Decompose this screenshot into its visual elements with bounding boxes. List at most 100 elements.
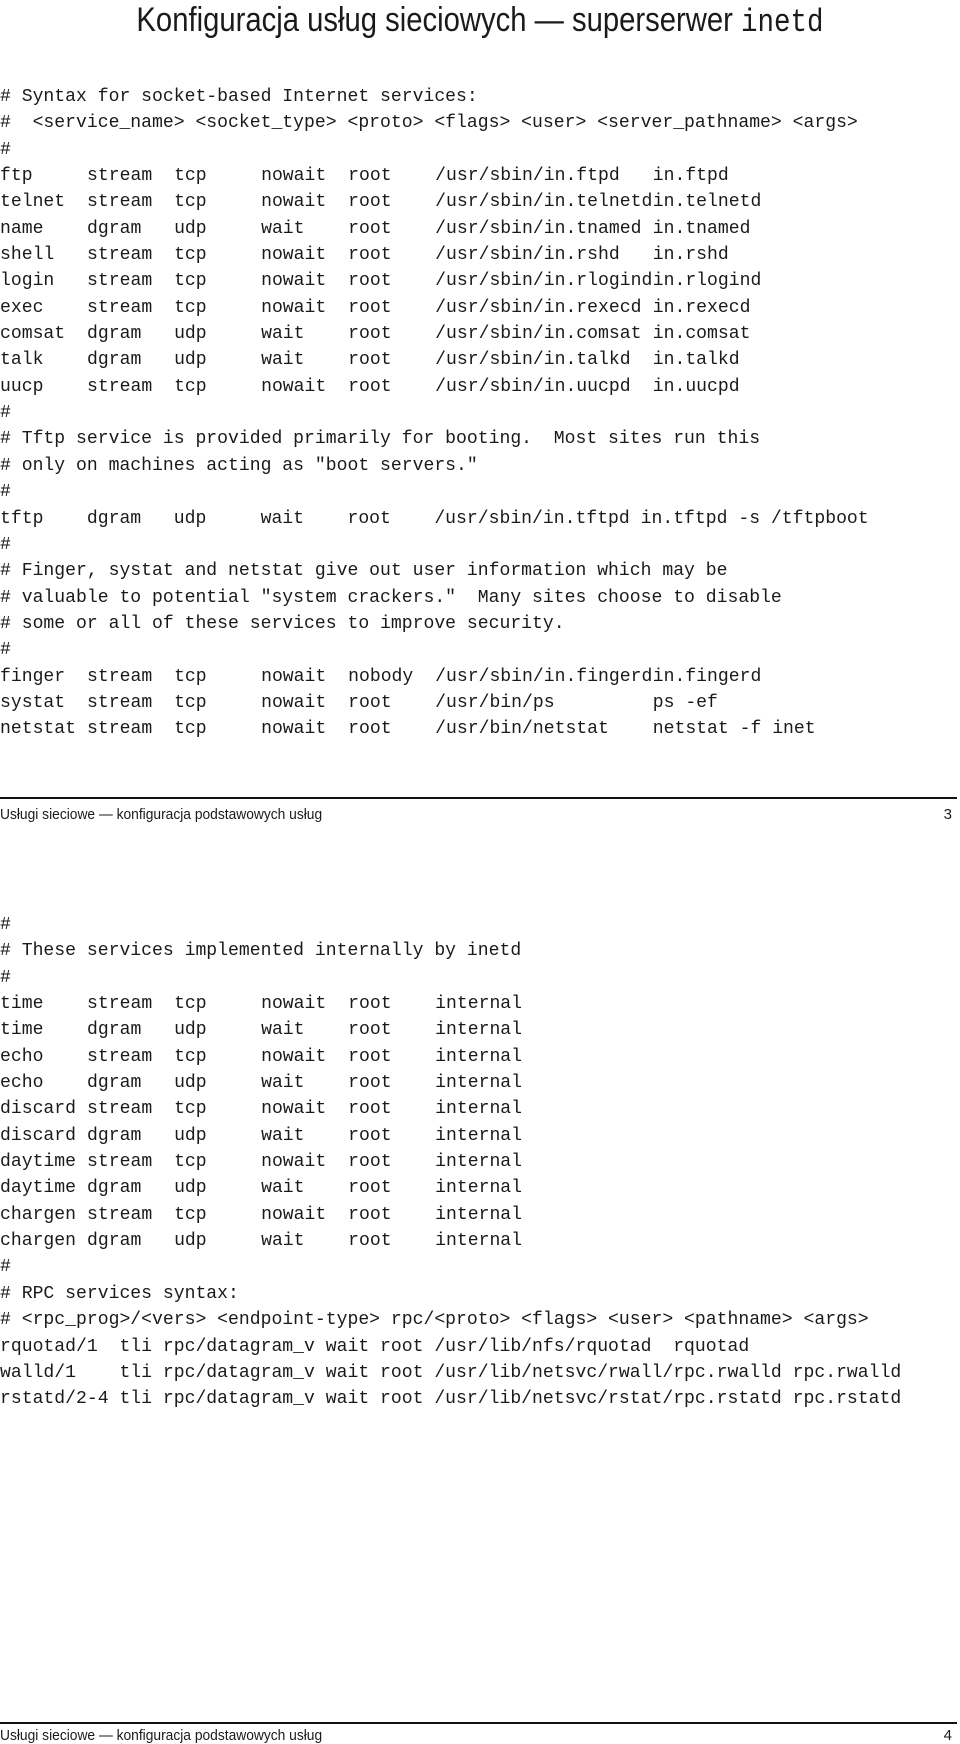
page-number: 4 xyxy=(943,1727,952,1744)
service-field: dgram xyxy=(87,1178,142,1199)
service-field: root xyxy=(348,1125,392,1146)
service-field: in.rlogind xyxy=(652,271,762,292)
service-field: root xyxy=(348,692,392,713)
service-field: daytime xyxy=(0,1152,77,1173)
service-field: root xyxy=(348,245,392,266)
service-field: root xyxy=(348,192,392,213)
footer-title: Usługi sieciowe — konfiguracja podstawow… xyxy=(0,1727,323,1744)
service-field: root xyxy=(348,994,392,1015)
service-field: ps -ef xyxy=(652,692,718,713)
title-text: Konfiguracja usług sieciowych — superser… xyxy=(136,1,741,39)
service-field: /usr/sbin/in.telnetd xyxy=(435,192,653,213)
service-field: udp xyxy=(174,324,207,345)
service-field: root xyxy=(348,218,392,239)
service-field: root xyxy=(348,166,392,187)
service-field: nowait xyxy=(261,719,327,740)
service-field: internal xyxy=(435,1204,523,1225)
service-field: tcp xyxy=(174,1152,207,1173)
service-field: root xyxy=(348,1231,392,1252)
service-field: root xyxy=(348,1073,392,1094)
service-entry: finger stream tcp nowait nobody/usr/sbin/in.… xyxy=(0,664,869,690)
service-field: stream xyxy=(87,271,153,292)
service-field: name xyxy=(0,218,44,239)
service-field: udp xyxy=(174,1125,207,1146)
service-field: wait xyxy=(261,350,305,371)
service-field: dgram xyxy=(87,1073,142,1094)
service-field: tcp xyxy=(174,666,207,687)
service-field: /usr/sbin/in.rlogind xyxy=(435,271,653,292)
service-field: internal xyxy=(435,1046,523,1067)
service-field: stream xyxy=(87,1046,153,1067)
service-field: nowait xyxy=(261,271,327,292)
service-entry: netstat stream tcp nowait root/usr/bin/netst… xyxy=(0,716,869,742)
service-field: wait xyxy=(261,1231,305,1252)
service-field: uucp xyxy=(0,376,44,397)
service-field: internal xyxy=(435,1178,523,1199)
service-field: time xyxy=(0,1020,44,1041)
service-field: tcp xyxy=(174,1204,207,1225)
service-field: root xyxy=(348,324,392,345)
service-field: /usr/bin/netstat xyxy=(435,719,609,740)
service-field: time xyxy=(0,994,44,1015)
comment-line: # RPC services syntax: xyxy=(0,1283,239,1304)
service-field: in.ftpd xyxy=(652,166,729,187)
footer-divider xyxy=(0,797,957,799)
service-entry: ftp stream tcp nowait root/usr/sbin/in.ftpd i… xyxy=(0,163,869,189)
service-field: root xyxy=(348,350,392,371)
service-field: root xyxy=(348,719,392,740)
service-field: /usr/sbin/in.ftpd xyxy=(435,166,620,187)
service-entry: daytime stream tcp nowait root internal xyxy=(0,1149,901,1175)
service-field: comsat xyxy=(0,324,66,345)
service-field: root xyxy=(348,1152,392,1173)
service-field: /usr/sbin/in.rshd xyxy=(435,245,620,266)
service-field: root xyxy=(348,271,392,292)
service-field: wait xyxy=(261,1073,305,1094)
service-entry: talk dgram udp wait root/usr/sbin/in.talkd in… xyxy=(0,347,869,373)
service-field: nowait xyxy=(261,166,327,187)
comment-line: # xyxy=(0,915,11,935)
service-field: stream xyxy=(87,1152,153,1173)
service-field: dgram xyxy=(87,1020,142,1041)
service-field: nowait xyxy=(261,994,327,1015)
service-field: in.uucpd xyxy=(652,376,740,397)
service-field: dgram xyxy=(87,324,142,345)
service-field: in.tnamed xyxy=(652,218,751,239)
service-field: nowait xyxy=(261,297,327,318)
service-field: wait xyxy=(261,324,305,345)
service-entry: echo dgram udp wait root internal xyxy=(0,1070,901,1096)
service-field: nowait xyxy=(261,376,327,397)
comment-line: # These services implemented internally … xyxy=(0,941,522,962)
service-field: echo xyxy=(0,1073,44,1094)
service-field: in.comsat xyxy=(652,324,751,345)
service-entry: daytime dgram udp wait root internal xyxy=(0,1175,901,1201)
comment-line: # xyxy=(0,139,11,160)
service-field: chargen xyxy=(0,1204,77,1225)
service-field: discard xyxy=(0,1099,77,1120)
service-field: /usr/sbin/in.rexecd xyxy=(435,297,642,318)
comment-line: # xyxy=(0,640,11,661)
service-field: stream xyxy=(87,245,153,266)
service-field: root xyxy=(348,1204,392,1225)
service-entry: login stream tcp nowait root/usr/sbin/in.rlo… xyxy=(0,268,869,294)
service-entry: time dgram udp wait root internal xyxy=(0,1017,901,1043)
service-entry: discard stream tcp nowait root internal xyxy=(0,1096,901,1122)
service-field: wait xyxy=(261,218,305,239)
service-field: stream xyxy=(87,692,153,713)
service-field: echo xyxy=(0,1046,44,1067)
service-field: tcp xyxy=(174,192,207,213)
service-field: stream xyxy=(87,1204,153,1225)
service-entry: echo stream tcp nowait root internal xyxy=(0,1044,901,1070)
service-field: internal xyxy=(435,1099,523,1120)
service-field: wait xyxy=(261,1178,305,1199)
service-field: nowait xyxy=(261,692,327,713)
service-field: root xyxy=(348,1099,392,1120)
service-field: nowait xyxy=(261,666,327,687)
comment-line: # xyxy=(0,534,11,555)
service-field: tcp xyxy=(174,719,207,740)
service-field: /usr/sbin/in.comsat xyxy=(435,324,642,345)
service-field: stream xyxy=(87,192,153,213)
inetd-config-listing: # Syntax for socket-based Internet servi… xyxy=(0,84,869,743)
service-field: in.rshd xyxy=(652,245,729,266)
service-entry: name dgram udp wait root/usr/sbin/in.tnamed i… xyxy=(0,216,869,242)
service-field: talk xyxy=(0,350,44,371)
